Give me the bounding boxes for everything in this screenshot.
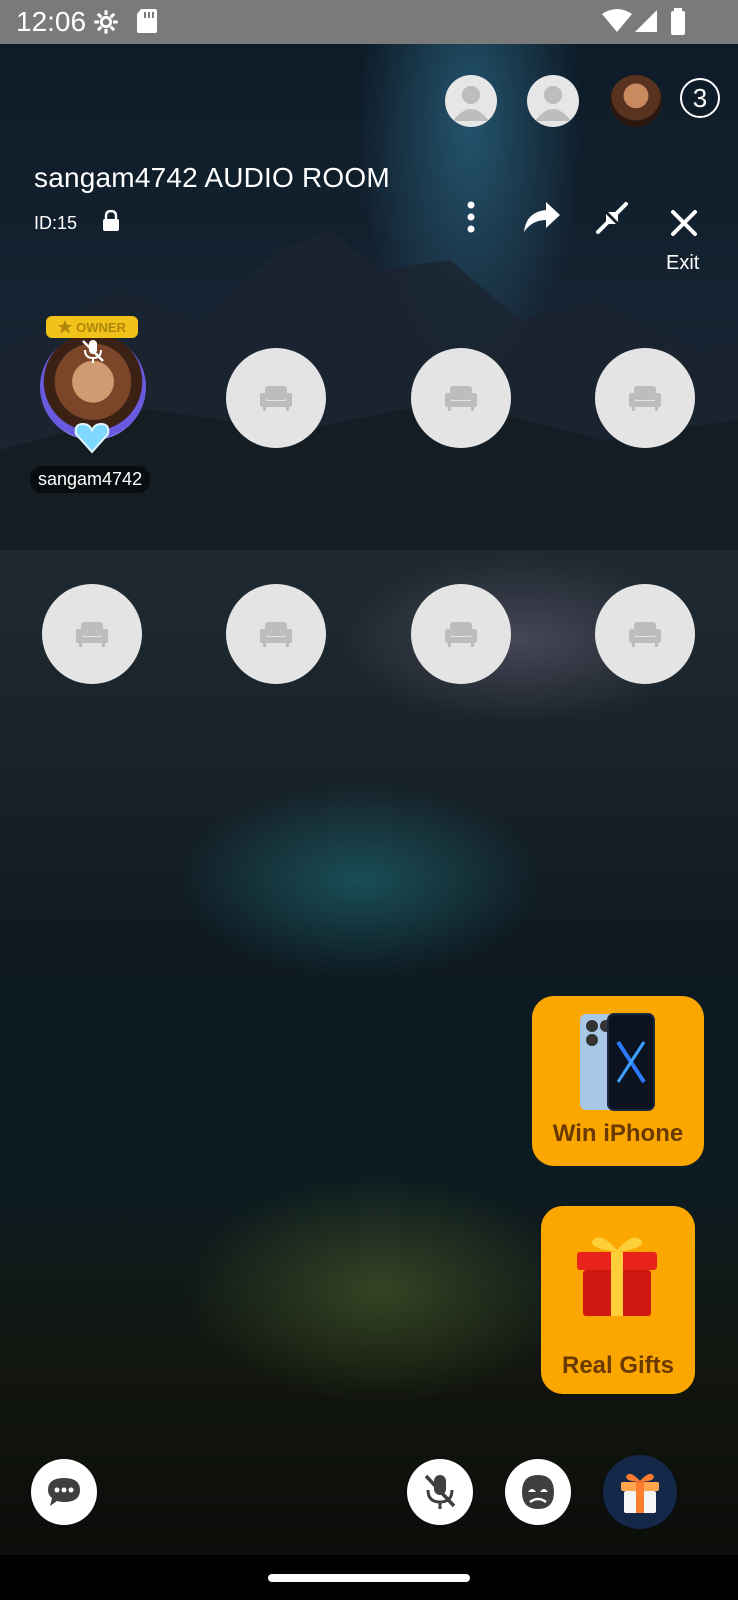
- gift-box-icon: [577, 1237, 657, 1316]
- gift-button[interactable]: [603, 1455, 677, 1529]
- seat-icon: [260, 386, 292, 411]
- battery-icon: [671, 8, 685, 35]
- chat-bubble-icon: [48, 1478, 80, 1506]
- wifi-icon: [602, 9, 632, 32]
- iphone-icon: [580, 1013, 655, 1111]
- viewer-avatar-1[interactable]: [445, 75, 497, 127]
- star-icon: [58, 320, 73, 334]
- empty-seat-7[interactable]: [411, 584, 511, 684]
- empty-seat-3[interactable]: [411, 348, 511, 448]
- exit-label[interactable]: Exit: [666, 252, 699, 275]
- mic-toggle-button[interactable]: [407, 1459, 473, 1525]
- real-gifts-label: Real Gifts: [561, 1352, 675, 1379]
- seat-icon: [629, 622, 661, 647]
- empty-seat-4[interactable]: [595, 348, 695, 448]
- owner-username: sangam4742: [30, 466, 151, 493]
- mic-off-icon: [424, 1474, 456, 1509]
- gift-icon: [621, 1473, 659, 1513]
- viewer-count[interactable]: 3: [680, 78, 720, 118]
- chat-button[interactable]: [31, 1459, 97, 1525]
- win-iphone-label: Win iPhone: [552, 1120, 684, 1147]
- cellular-signal-icon: [635, 10, 657, 32]
- owner-badge: OWNER: [46, 316, 138, 338]
- emoji-button[interactable]: [505, 1459, 571, 1525]
- sd-card-icon: [137, 9, 157, 33]
- win-iphone-banner[interactable]: Win iPhone: [532, 996, 704, 1166]
- minimize-icon[interactable]: [594, 200, 630, 236]
- empty-seat-8[interactable]: [595, 584, 695, 684]
- seat-icon: [260, 622, 292, 647]
- seat-icon: [76, 622, 108, 647]
- more-options-icon[interactable]: [458, 200, 484, 236]
- seat-icon: [445, 622, 477, 647]
- default-user-icon: [453, 86, 489, 121]
- viewer-avatar-2[interactable]: [527, 75, 579, 127]
- status-time: 12:06: [16, 6, 87, 37]
- room-id: ID:15: [34, 213, 78, 233]
- viewer-avatar-3[interactable]: [610, 75, 662, 127]
- mic-muted-icon: [82, 340, 104, 363]
- empty-seat-5[interactable]: [42, 584, 142, 684]
- settings-gear-icon: [94, 10, 118, 34]
- real-gifts-banner[interactable]: Real Gifts: [541, 1206, 695, 1394]
- home-indicator[interactable]: [268, 1574, 470, 1582]
- seat-icon: [445, 386, 477, 411]
- room-title: sangam4742 AUDIO ROOM: [34, 162, 390, 193]
- lock-icon: [103, 210, 119, 231]
- status-bar: 12:06: [0, 0, 738, 44]
- close-icon[interactable]: [669, 208, 699, 238]
- default-user-icon: [535, 86, 571, 121]
- empty-seat-2[interactable]: [226, 348, 326, 448]
- diamond-heart-icon: [74, 422, 110, 454]
- empty-seat-6[interactable]: [226, 584, 326, 684]
- owner-badge-label: OWNER: [76, 319, 126, 335]
- face-mask-icon: [522, 1475, 554, 1509]
- owner-seat[interactable]: OWNER: [34, 316, 152, 466]
- share-icon[interactable]: [522, 200, 562, 236]
- seat-icon: [629, 386, 661, 411]
